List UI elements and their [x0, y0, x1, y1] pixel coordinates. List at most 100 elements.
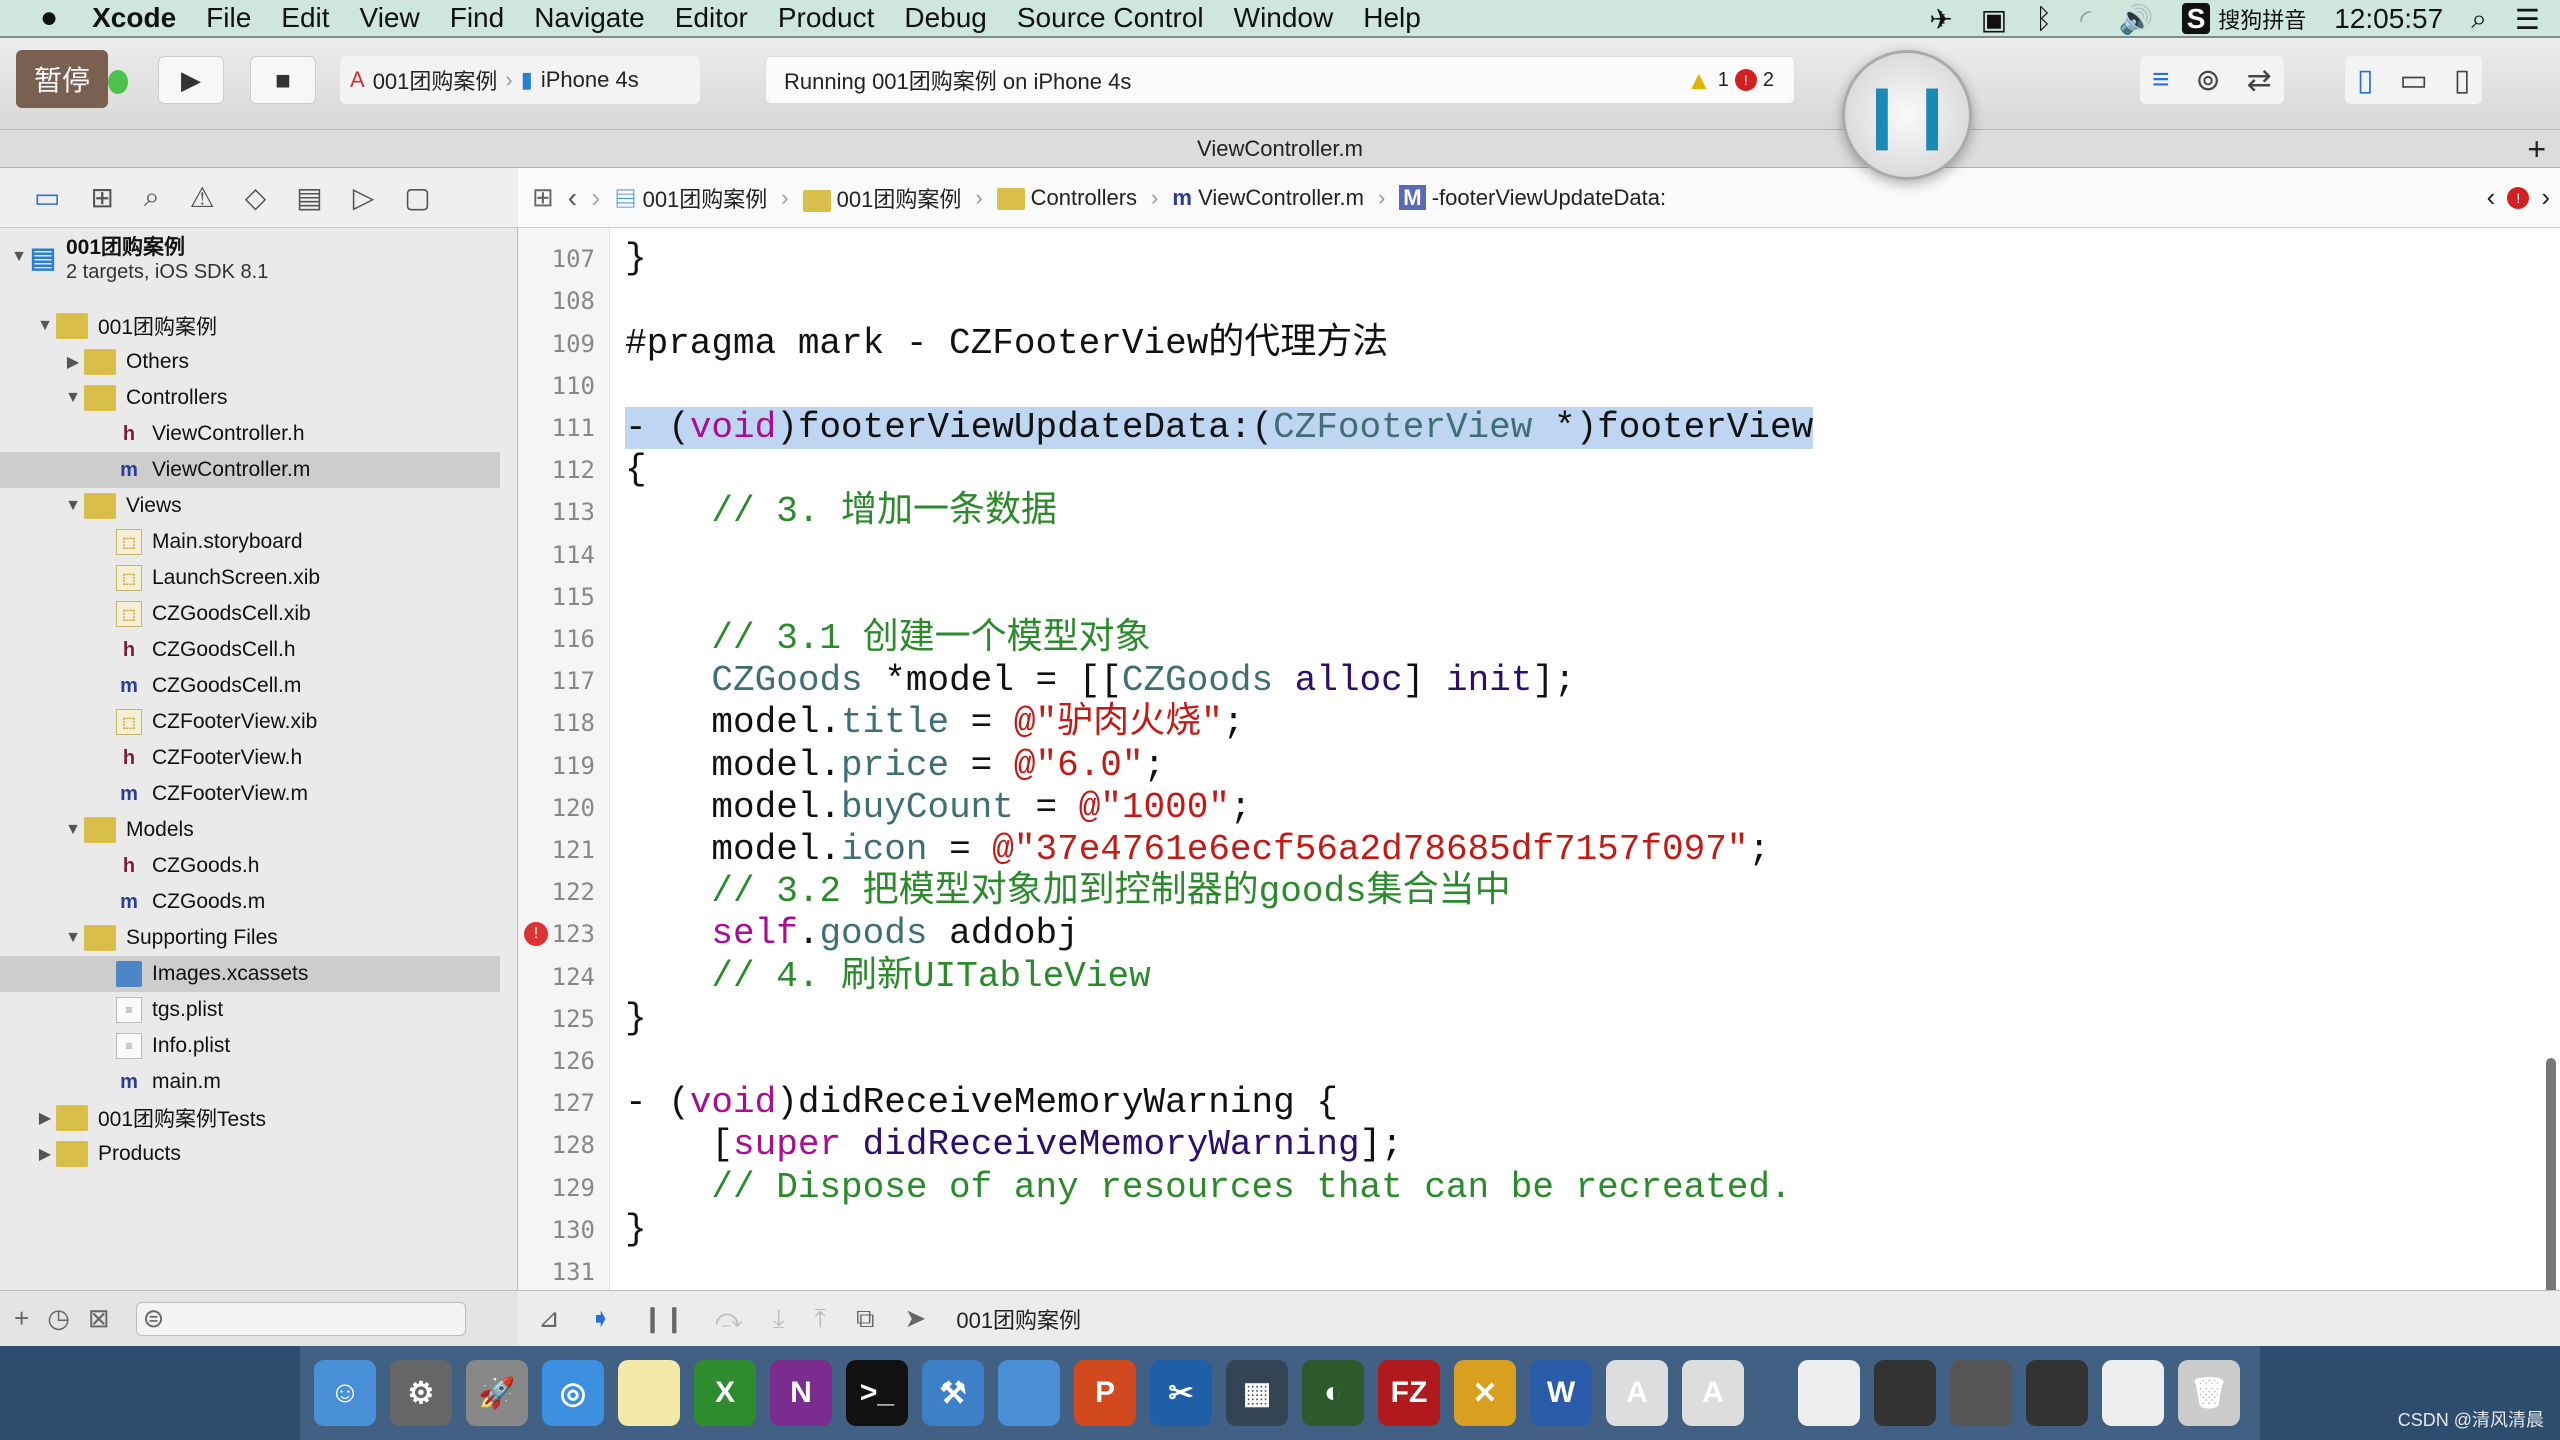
project-root[interactable]: ▼ ▤ 001团购案例 2 targets, iOS SDK 8.1: [0, 228, 500, 286]
simulate-location-icon[interactable]: ➤: [905, 1303, 927, 1334]
disclosure-closed-icon[interactable]: ▶: [34, 1108, 56, 1128]
dock-doc-a-icon[interactable]: A: [1606, 1360, 1668, 1426]
pause-overlay-button[interactable]: ❙❙: [1842, 50, 1972, 180]
tree-item[interactable]: m CZFooterView.m: [0, 776, 500, 812]
scheme-selector[interactable]: A 001团购案例 › ▮ iPhone 4s: [340, 56, 700, 104]
standard-editor-icon[interactable]: ≡: [2152, 63, 2170, 97]
assistant-editor-icon[interactable]: ⊚: [2196, 63, 2221, 98]
dock-instruments-icon[interactable]: ✂: [1150, 1360, 1212, 1426]
tree-item[interactable]: ⬚ Main.storyboard: [0, 524, 500, 560]
input-method-label[interactable]: 搜狗拼音: [2218, 8, 2306, 33]
warning-count[interactable]: 1: [1718, 69, 1729, 92]
menu-product[interactable]: Product: [778, 2, 875, 34]
tree-item[interactable]: ▶ Products: [0, 1136, 500, 1172]
wifi-icon[interactable]: ◜: [2080, 3, 2091, 36]
recent-files-icon[interactable]: ◷: [47, 1303, 70, 1334]
breadcrumb-group[interactable]: 001团购案例: [802, 182, 961, 214]
tab-viewcontroller-m[interactable]: ViewController.m: [1197, 136, 1363, 161]
code-line[interactable]: self.goods addobj: [625, 913, 1078, 955]
disclosure-open-icon[interactable]: ▼: [62, 497, 84, 515]
code-line[interactable]: model.buyCount = @"1000";: [625, 787, 1251, 829]
step-out-icon[interactable]: ⤒: [814, 1303, 826, 1335]
forward-button[interactable]: ›: [591, 182, 600, 214]
filter-input[interactable]: ⊜: [135, 1301, 466, 1336]
dock-folder-3-icon[interactable]: [1950, 1360, 2012, 1426]
hide-debug-area-icon[interactable]: ⊿: [538, 1303, 560, 1334]
debug-view-hierarchy-icon[interactable]: ⧉: [856, 1303, 875, 1335]
tree-item[interactable]: ▼ Views: [0, 488, 500, 524]
dock-folder-1-icon[interactable]: [1798, 1360, 1860, 1426]
tree-item[interactable]: ⬚ CZGoodsCell.xib: [0, 596, 500, 632]
tree-item[interactable]: ≡ tgs.plist: [0, 992, 500, 1028]
dock-word-icon[interactable]: W: [1530, 1360, 1592, 1426]
source-editor[interactable]: 106 107 108 109 110 111 112 113 114 115 116 117 118 1…: [518, 228, 2560, 1290]
tree-item[interactable]: h CZGoodsCell.h: [0, 632, 500, 668]
tree-item[interactable]: m ViewController.m: [0, 452, 500, 488]
disclosure-open-icon[interactable]: ▼: [34, 317, 56, 335]
bluetooth-icon[interactable]: ᛒ: [2035, 3, 2052, 35]
code-line[interactable]: - (void)footerViewUpdateData:(CZFooterVi…: [625, 407, 1814, 449]
clock[interactable]: 12:05:57: [2334, 3, 2443, 35]
dock-filezilla-icon[interactable]: FZ: [1378, 1360, 1440, 1426]
run-button[interactable]: ▶: [158, 56, 224, 104]
test-navigator-icon[interactable]: ◇: [245, 181, 267, 214]
warning-icon[interactable]: ▲: [1686, 65, 1712, 96]
menu-navigate[interactable]: Navigate: [534, 2, 645, 34]
disclosure-open-icon[interactable]: ▼: [62, 929, 84, 947]
find-navigator-icon[interactable]: ⌕: [144, 181, 160, 214]
dock-onenote-icon[interactable]: N: [770, 1360, 832, 1426]
menu-view[interactable]: View: [360, 2, 420, 34]
disclosure-open-icon[interactable]: ▼: [62, 389, 84, 407]
tree-item[interactable]: ▼ Models: [0, 812, 500, 848]
dock-folder-5-icon[interactable]: [2102, 1360, 2164, 1426]
code-line[interactable]: {: [625, 449, 647, 491]
tree-item[interactable]: ≡ Info.plist: [0, 1028, 500, 1064]
code-line[interactable]: model.price = @"6.0";: [625, 745, 1165, 787]
stop-button[interactable]: ■: [250, 56, 316, 104]
apple-menu-icon[interactable]: ●: [40, 1, 58, 35]
add-file-button[interactable]: +: [14, 1303, 29, 1334]
volume-icon[interactable]: 🔊: [2119, 3, 2154, 36]
menu-xcode[interactable]: Xcode: [92, 2, 176, 34]
tree-item[interactable]: ⬚ CZFooterView.xib: [0, 704, 500, 740]
code-line[interactable]: }: [625, 238, 647, 280]
toggle-navigator-icon[interactable]: ▯: [2357, 63, 2374, 98]
breakpoints-toggle-icon[interactable]: ➧: [590, 1303, 612, 1334]
vertical-scrollbar[interactable]: [2546, 1058, 2556, 1290]
tree-item[interactable]: m CZGoodsCell.m: [0, 668, 500, 704]
code-line[interactable]: // 3.2 把模型对象加到控制器的goods集合当中: [625, 871, 1510, 913]
continue-pause-icon[interactable]: ❙❙: [642, 1303, 686, 1334]
debug-navigator-icon[interactable]: ▤: [296, 181, 322, 214]
breadcrumb-method[interactable]: M -footerViewUpdateData:: [1399, 184, 1666, 211]
dock-folder-2-icon[interactable]: [1874, 1360, 1936, 1426]
line-number-gutter[interactable]: 106 107 108 109 110 111 112 113 114 115 116 117 118 1…: [518, 228, 610, 1290]
add-tab-button[interactable]: +: [2527, 130, 2546, 168]
related-items-icon[interactable]: ⊞: [532, 182, 554, 213]
breadcrumb-project[interactable]: ▤ 001团购案例: [614, 182, 767, 214]
toggle-utilities-icon[interactable]: ▯: [2454, 63, 2471, 98]
symbol-navigator-icon[interactable]: ⊞: [90, 181, 113, 214]
disclosure-open-icon[interactable]: ▼: [8, 248, 30, 266]
dock-notes-icon[interactable]: [618, 1360, 680, 1426]
process-target[interactable]: 001团购案例: [956, 1303, 1081, 1335]
dock-terminal-icon[interactable]: >_: [846, 1360, 908, 1426]
tree-item[interactable]: ▶ 001团购案例Tests: [0, 1100, 500, 1136]
tree-item[interactable]: ▼ Controllers: [0, 380, 500, 416]
tree-item[interactable]: ⬚ LaunchScreen.xib: [0, 560, 500, 596]
step-into-icon[interactable]: ⤓: [773, 1303, 785, 1335]
issue-error-icon[interactable]: !: [2507, 186, 2530, 209]
dock-safari-icon[interactable]: ◎: [542, 1360, 604, 1426]
tree-item[interactable]: h CZGoods.h: [0, 848, 500, 884]
breakpoint-navigator-icon[interactable]: ▷: [353, 181, 375, 214]
menu-window[interactable]: Window: [1234, 2, 1334, 34]
code-line[interactable]: // 3. 增加一条数据: [625, 491, 1057, 533]
issue-navigator-icon[interactable]: ⚠: [190, 181, 215, 214]
dock-folder-4-icon[interactable]: [2026, 1360, 2088, 1426]
dock-excel-icon[interactable]: X: [694, 1360, 756, 1426]
error-marker-icon[interactable]: !: [524, 922, 548, 947]
dock-app2-icon[interactable]: ✕: [1454, 1360, 1516, 1426]
code-line[interactable]: // 4. 刷新UITableView: [625, 956, 1150, 998]
dock-finder-icon[interactable]: ☺: [314, 1360, 376, 1426]
project-navigator-icon[interactable]: ▭: [34, 181, 60, 214]
disclosure-closed-icon[interactable]: ▶: [34, 1144, 56, 1164]
